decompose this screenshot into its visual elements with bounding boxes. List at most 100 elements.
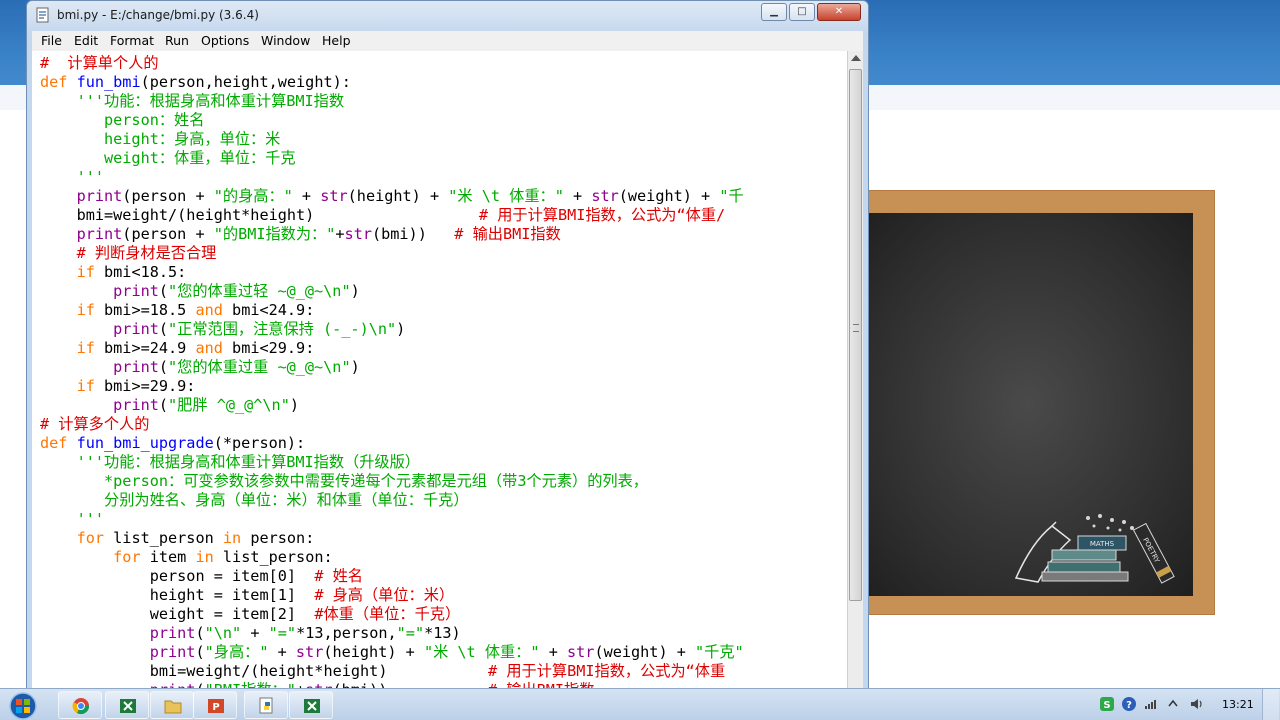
code-line: if bmi>=29.9:: [40, 377, 196, 396]
code-token: bmi=weight/(height*height): [40, 206, 479, 224]
code-line: print("您的体重过重 ~@_@~\n"): [40, 358, 360, 377]
start-button-icon[interactable]: [3, 691, 43, 720]
show-desktop-button[interactable]: [1262, 689, 1279, 720]
taskbar-chrome-button[interactable]: [58, 691, 102, 719]
code-token: def: [40, 73, 77, 91]
code-line: print("\n" + "="*13,person,"="*13): [40, 624, 461, 643]
code-line: '''功能：根据身高和体重计算BMI指数: [40, 92, 345, 111]
menu-file[interactable]: File: [41, 33, 62, 48]
code-token: "=": [268, 624, 297, 642]
code-token: ): [350, 282, 360, 300]
menu-format[interactable]: Format: [110, 33, 154, 48]
code-token: +: [268, 643, 296, 661]
code-line: ''': [40, 510, 104, 529]
chrome-icon: [72, 698, 90, 715]
svg-text:?: ?: [1126, 700, 1132, 711]
code-line: print("正常范围，注意保持 (-_-)\n"): [40, 320, 405, 339]
menu-help[interactable]: Help: [322, 33, 351, 48]
code-line: print(person + "的身高：" + str(height) + "米…: [40, 187, 744, 206]
menu-edit[interactable]: Edit: [74, 33, 98, 48]
minimize-button[interactable]: ▁: [761, 3, 787, 21]
code-token: in: [222, 529, 242, 547]
code-token: "您的体重过重 ~@_@~\n": [168, 358, 351, 376]
code-token: height：身高，单位：米: [40, 130, 281, 148]
system-clock[interactable]: 13:21: [1222, 698, 1254, 711]
code-line: '''功能：根据身高和体重计算BMI指数（升级版）: [40, 453, 420, 472]
code-line: # 判断身材是否合理: [40, 244, 217, 263]
menu-options[interactable]: Options: [201, 33, 249, 48]
code-token: bmi>=24.9: [94, 339, 196, 357]
code-token: ''': [40, 168, 105, 186]
taskbar-excel-button-2[interactable]: [289, 691, 333, 719]
code-token: height = item[1]: [40, 586, 315, 604]
code-token: print: [113, 282, 159, 300]
code-token: "您的体重过轻 ~@_@~\n": [168, 282, 351, 300]
code-token: (height) +: [347, 187, 449, 205]
code-line: def fun_bmi_upgrade(*person):: [40, 434, 305, 453]
code-token: # 姓名: [314, 567, 363, 585]
taskbar-excel-button[interactable]: [105, 691, 149, 719]
scroll-up-icon[interactable]: [851, 55, 861, 61]
taskbar-python-button[interactable]: [244, 691, 288, 719]
code-token: list_person:: [213, 548, 333, 566]
code-token: *13): [424, 624, 461, 642]
code-line: # 计算多个人的: [40, 415, 149, 434]
title-bar[interactable]: bmi.py - E:/change/bmi.py (3.6.4) ▁ □ ✕: [27, 1, 868, 31]
code-token: 分别为姓名、身高（单位：米）和体重（单位：千克）: [40, 491, 469, 509]
code-token: person = item[0]: [40, 567, 315, 585]
menu-window[interactable]: Window: [261, 33, 310, 48]
code-token: bmi>=18.5: [94, 301, 196, 319]
volume-icon[interactable]: [1189, 696, 1205, 712]
code-token: "米 \t 体重：": [448, 187, 564, 205]
excel-icon: [304, 699, 320, 713]
code-token: "的身高：": [213, 187, 293, 205]
help-icon[interactable]: ?: [1121, 696, 1137, 712]
code-token: (person,height,weight):: [140, 73, 351, 91]
code-token: "米 \t 体重：": [423, 643, 540, 661]
menu-run[interactable]: Run: [165, 33, 189, 48]
code-editor[interactable]: # 计算单个人的 def fun_bmi(person,height,weight…: [32, 51, 847, 691]
scrollbar-thumb[interactable]: [849, 69, 862, 601]
code-token: if: [76, 301, 95, 319]
code-token: "正常范围，注意保持 (-_-)\n": [168, 320, 397, 338]
sogou-input-icon[interactable]: S: [1099, 696, 1115, 712]
code-token: bmi<18.5:: [94, 263, 187, 281]
code-token: # 输出BMI指数: [454, 225, 561, 243]
code-token: (person +: [122, 225, 214, 243]
python-icon: [259, 697, 273, 714]
code-token: str: [567, 643, 595, 661]
code-token: print: [113, 358, 159, 376]
show-hidden-icons-icon[interactable]: [1165, 696, 1181, 712]
code-token: *13,person,: [296, 624, 397, 642]
vertical-scrollbar[interactable]: [847, 51, 863, 691]
code-token: for: [113, 548, 141, 566]
taskbar-powerpoint-button[interactable]: P: [193, 691, 237, 719]
code-token: #体重（单位：千克）: [314, 605, 461, 623]
code-line: bmi=weight/(height*height) # 用于计算BMI指数，公…: [40, 206, 726, 225]
idle-editor-window: bmi.py - E:/change/bmi.py (3.6.4) ▁ □ ✕ …: [26, 0, 869, 691]
code-token: (*person):: [213, 434, 306, 452]
code-token: list_person: [104, 529, 223, 547]
code-token: "的BMI指数为：": [213, 225, 336, 243]
taskbar-explorer-button[interactable]: [150, 691, 194, 719]
code-token: item: [140, 548, 196, 566]
close-button[interactable]: ✕: [817, 3, 861, 21]
code-token: and: [195, 339, 223, 357]
maximize-button[interactable]: □: [789, 3, 815, 21]
code-token: bmi<29.9:: [222, 339, 315, 357]
code-token: "身高：": [204, 643, 269, 661]
code-token: (height) +: [323, 643, 424, 661]
code-token: "=": [396, 624, 425, 642]
window-title: bmi.py - E:/change/bmi.py (3.6.4): [57, 8, 259, 22]
network-icon[interactable]: [1143, 696, 1159, 712]
code-token: # 用于计算BMI指数，公式为“体重/: [478, 206, 726, 224]
code-token: (: [195, 624, 205, 642]
svg-text:P: P: [212, 702, 219, 713]
code-token: (: [158, 320, 169, 338]
